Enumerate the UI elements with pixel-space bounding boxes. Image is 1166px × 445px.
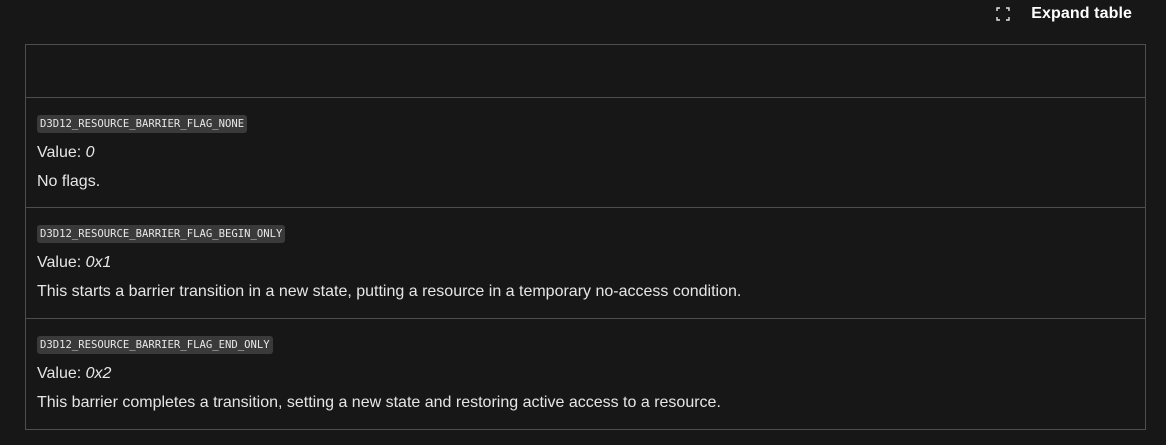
value-label: Value:: [37, 144, 86, 161]
description-text: This barrier completes a transition, set…: [37, 394, 721, 411]
value-label: Value:: [37, 254, 86, 271]
constant-name: D3D12_RESOURCE_BARRIER_FLAG_BEGIN_ONLY: [37, 225, 286, 243]
description-text: This starts a barrier transition in a ne…: [37, 283, 742, 300]
table-row: D3D12_RESOURCE_BARRIER_FLAG_END_ONLY Val…: [26, 319, 1145, 429]
value-label: Value:: [37, 365, 86, 382]
value-number: 0: [85, 144, 95, 161]
value-text: Value: 0x1: [37, 254, 111, 272]
value-number: 0x1: [85, 254, 112, 271]
expand-table-button[interactable]: Expand table: [996, 3, 1132, 25]
value-text: Value: 0x2: [37, 365, 111, 383]
value-number: 0x2: [85, 365, 112, 382]
expand-icon: [996, 7, 1010, 21]
table-header-row: [26, 45, 1145, 98]
constant-name: D3D12_RESOURCE_BARRIER_FLAG_NONE: [37, 115, 248, 133]
table-row: D3D12_RESOURCE_BARRIER_FLAG_BEGIN_ONLY V…: [26, 208, 1145, 319]
value-text: Value: 0: [37, 144, 95, 162]
constant-name: D3D12_RESOURCE_BARRIER_FLAG_END_ONLY: [37, 336, 273, 354]
enum-table: D3D12_RESOURCE_BARRIER_FLAG_NONE Value: …: [25, 44, 1146, 430]
table-row: D3D12_RESOURCE_BARRIER_FLAG_NONE Value: …: [26, 98, 1145, 208]
expand-table-label: Expand table: [1031, 5, 1132, 22]
description-text: No flags.: [37, 173, 101, 190]
